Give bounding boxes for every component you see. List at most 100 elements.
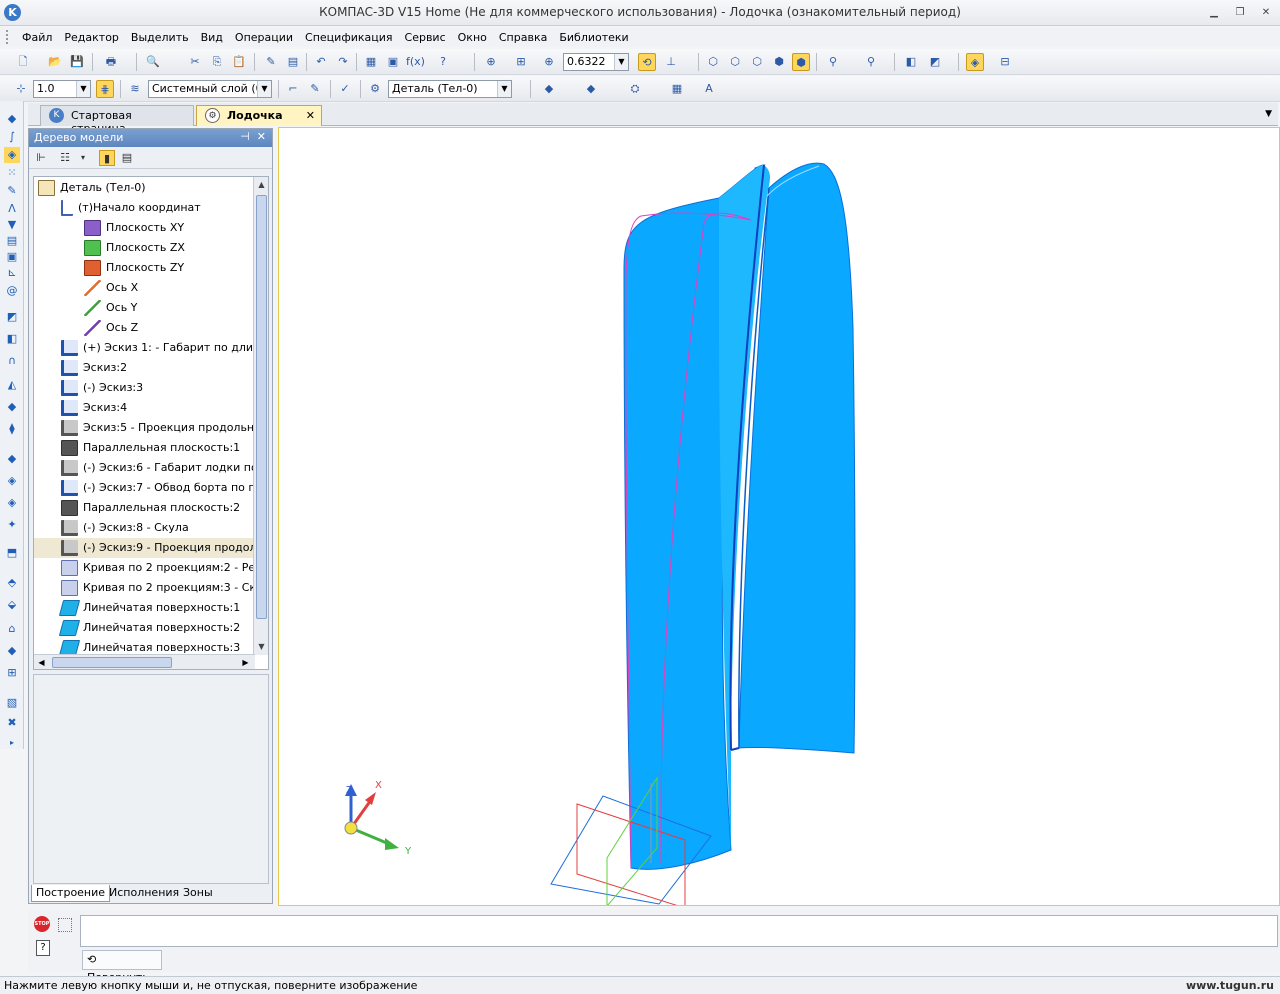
menu-select[interactable]: Выделить bbox=[125, 31, 195, 44]
menu-edit[interactable]: Редактор bbox=[58, 31, 125, 44]
tree-item[interactable]: Эскиз:4 bbox=[34, 398, 254, 418]
layer-combobox[interactable]: Системный слой (0) ▼ bbox=[148, 80, 272, 98]
tree-item[interactable]: (-) Эскиз:9 - Проекция продольн bbox=[34, 538, 254, 558]
boat-3d-model[interactable]: Z X Y bbox=[279, 128, 1279, 909]
tool-frame-icon[interactable]: ▣ bbox=[4, 249, 20, 265]
tree-item[interactable]: Эскиз:2 bbox=[34, 358, 254, 378]
menu-specification[interactable]: Спецификация bbox=[299, 31, 398, 44]
tree-mode-icon[interactable]: ▮ bbox=[99, 150, 115, 166]
tree-item[interactable]: Кривая по 2 проекциям:2 - Реда bbox=[34, 558, 254, 578]
text-style-icon[interactable]: A bbox=[700, 80, 718, 98]
rotate-icon[interactable]: ⟲ bbox=[638, 53, 656, 71]
menu-service[interactable]: Сервис bbox=[399, 31, 452, 44]
open-folder-icon[interactable]: 📂 bbox=[46, 53, 64, 71]
tree-item[interactable]: (-) Эскиз:6 - Габарит лодки по ш bbox=[34, 458, 254, 478]
check-icon[interactable]: ✓ bbox=[336, 80, 354, 98]
zoom-in-icon[interactable]: ⊕ bbox=[540, 53, 558, 71]
restore-button[interactable]: ❐ bbox=[1232, 6, 1248, 20]
tool-mesh-icon[interactable]: ◈ bbox=[4, 473, 20, 489]
perspective-icon[interactable]: ◈ bbox=[966, 53, 984, 71]
tree-props-icon[interactable]: ▤ bbox=[119, 150, 135, 166]
tree-item[interactable]: Ось X bbox=[34, 278, 254, 298]
menu-view[interactable]: Вид bbox=[195, 31, 229, 44]
tool-extrude-icon[interactable]: ◩ bbox=[4, 309, 20, 325]
tree-item[interactable]: Деталь (Тел-0) bbox=[34, 178, 254, 198]
zoom-frame-icon[interactable]: ⊕ bbox=[482, 53, 500, 71]
scroll-right-icon[interactable]: ▶ bbox=[238, 655, 253, 669]
tree-item[interactable]: Плоскость ZX bbox=[34, 238, 254, 258]
tabs-menu-icon[interactable]: ▼ bbox=[1265, 109, 1272, 119]
orientation-icon[interactable]: ⊥ bbox=[662, 53, 680, 71]
measure-icon[interactable]: ⊟ bbox=[996, 53, 1014, 71]
halftone-edges-icon[interactable]: ⬢ bbox=[792, 53, 810, 71]
tool-kinematic-icon[interactable]: ∩ bbox=[4, 353, 20, 369]
preview-icon[interactable]: 🔍 bbox=[144, 53, 162, 71]
filter-icon[interactable]: ⚲ bbox=[824, 53, 842, 71]
zoom-all-icon[interactable]: ⊞ bbox=[512, 53, 530, 71]
grid-icon[interactable]: ▦ bbox=[668, 80, 686, 98]
tree-item[interactable]: Параллельная плоскость:2 bbox=[34, 498, 254, 518]
tool-points-icon[interactable]: ⁙ bbox=[4, 165, 20, 181]
halftone-icon[interactable]: ⬢ bbox=[770, 53, 788, 71]
tool-ruled-icon[interactable]: ◆ bbox=[4, 451, 20, 467]
tree-structure-icon[interactable]: ⊩ bbox=[33, 150, 49, 166]
tab-zones[interactable]: Зоны bbox=[179, 885, 217, 902]
tree-item[interactable]: Эскиз:5 - Проекция продольного bbox=[34, 418, 254, 438]
tool-trim-icon[interactable]: ⬙ bbox=[4, 597, 20, 613]
edit-part-icon[interactable]: ✎ bbox=[306, 80, 324, 98]
menu-grip[interactable] bbox=[6, 30, 10, 44]
undo-icon[interactable]: ↶ bbox=[312, 53, 330, 71]
stop-button[interactable]: STOP bbox=[34, 916, 50, 932]
scroll-up-icon[interactable]: ▲ bbox=[255, 177, 268, 192]
tree-item[interactable]: Ось Y bbox=[34, 298, 254, 318]
wireframe-icon[interactable]: ⬡ bbox=[704, 53, 722, 71]
tool-axis-icon[interactable]: ⊾ bbox=[4, 265, 20, 281]
toggle-panel-icon[interactable] bbox=[58, 918, 72, 932]
cube-icon[interactable]: ◧ bbox=[902, 53, 920, 71]
tree-item[interactable]: Линейчатая поверхность:2 bbox=[34, 618, 254, 638]
tree-item[interactable]: Плоскость ZY bbox=[34, 258, 254, 278]
tree-view-arrow-icon[interactable]: ▾ bbox=[75, 150, 91, 166]
copy-icon[interactable]: ⎘ bbox=[208, 53, 226, 71]
tree-item[interactable]: Кривая по 2 проекциям:3 - Скул bbox=[34, 578, 254, 598]
tool-filter-icon[interactable]: ▼ bbox=[4, 217, 20, 233]
close-button[interactable]: ✕ bbox=[1258, 6, 1274, 20]
library-icon[interactable]: ▣ bbox=[384, 53, 402, 71]
zoom-combobox[interactable]: 0.6322 ▼ bbox=[563, 53, 629, 71]
tool-stitch-icon[interactable]: ⬘ bbox=[4, 575, 20, 591]
menu-window[interactable]: Окно bbox=[452, 31, 493, 44]
help-cursor-icon[interactable]: ? bbox=[434, 53, 452, 71]
tool-params-icon[interactable]: ▧ bbox=[4, 695, 20, 711]
cut-icon[interactable]: ✂ bbox=[186, 53, 204, 71]
pin-icon[interactable]: ⊣ bbox=[240, 130, 250, 143]
tool-rotate-op-icon[interactable]: ◧ bbox=[4, 331, 20, 347]
tool-book-icon[interactable]: ⌂ bbox=[4, 621, 20, 637]
save-icon[interactable]: 💾 bbox=[68, 53, 86, 71]
new-document-icon[interactable]: 🗋 bbox=[14, 53, 32, 71]
tool-patch2-icon[interactable]: ◈ bbox=[4, 495, 20, 511]
tab-lodochka[interactable]: ⚙ Лодочка ✕ bbox=[196, 105, 322, 126]
tool-pencil-icon[interactable]: ✎ bbox=[4, 183, 20, 199]
tool-plane-icon[interactable]: ⬒ bbox=[4, 545, 20, 561]
variables-icon[interactable]: f(x) bbox=[406, 53, 425, 71]
tool-delete-icon[interactable]: ✖ bbox=[4, 715, 20, 731]
tool-angle-icon[interactable]: Λ bbox=[4, 201, 20, 217]
tool-surface-icon[interactable]: ◈ bbox=[4, 147, 20, 163]
tree-view-icon[interactable]: ☷ bbox=[57, 150, 73, 166]
tab-executions[interactable]: Исполнения bbox=[105, 885, 183, 902]
layers-icon[interactable]: ≋ bbox=[126, 80, 144, 98]
tree-item[interactable]: Плоскость XY bbox=[34, 218, 254, 238]
model-viewport[interactable]: Z X Y bbox=[278, 127, 1280, 909]
sketch-mode-icon[interactable]: ⌐ bbox=[284, 80, 302, 98]
hidden-lines-icon[interactable]: ⬡ bbox=[726, 53, 744, 71]
panel-close-icon[interactable]: ✕ bbox=[257, 130, 266, 143]
tree-item[interactable]: (-) Эскиз:7 - Обвод борта по па bbox=[34, 478, 254, 498]
tool-3d-icon[interactable]: ◆ bbox=[4, 111, 20, 127]
tool-surface2-icon[interactable]: ✦ bbox=[4, 517, 20, 533]
menu-libraries[interactable]: Библиотеки bbox=[553, 31, 634, 44]
part-icon[interactable]: ⚙ bbox=[366, 80, 384, 98]
filter2-icon[interactable]: ⚲ bbox=[862, 53, 880, 71]
tool-expand-icon[interactable]: ▸ bbox=[4, 735, 20, 751]
menu-operations[interactable]: Операции bbox=[229, 31, 299, 44]
tab-build[interactable]: Построение bbox=[31, 885, 111, 902]
